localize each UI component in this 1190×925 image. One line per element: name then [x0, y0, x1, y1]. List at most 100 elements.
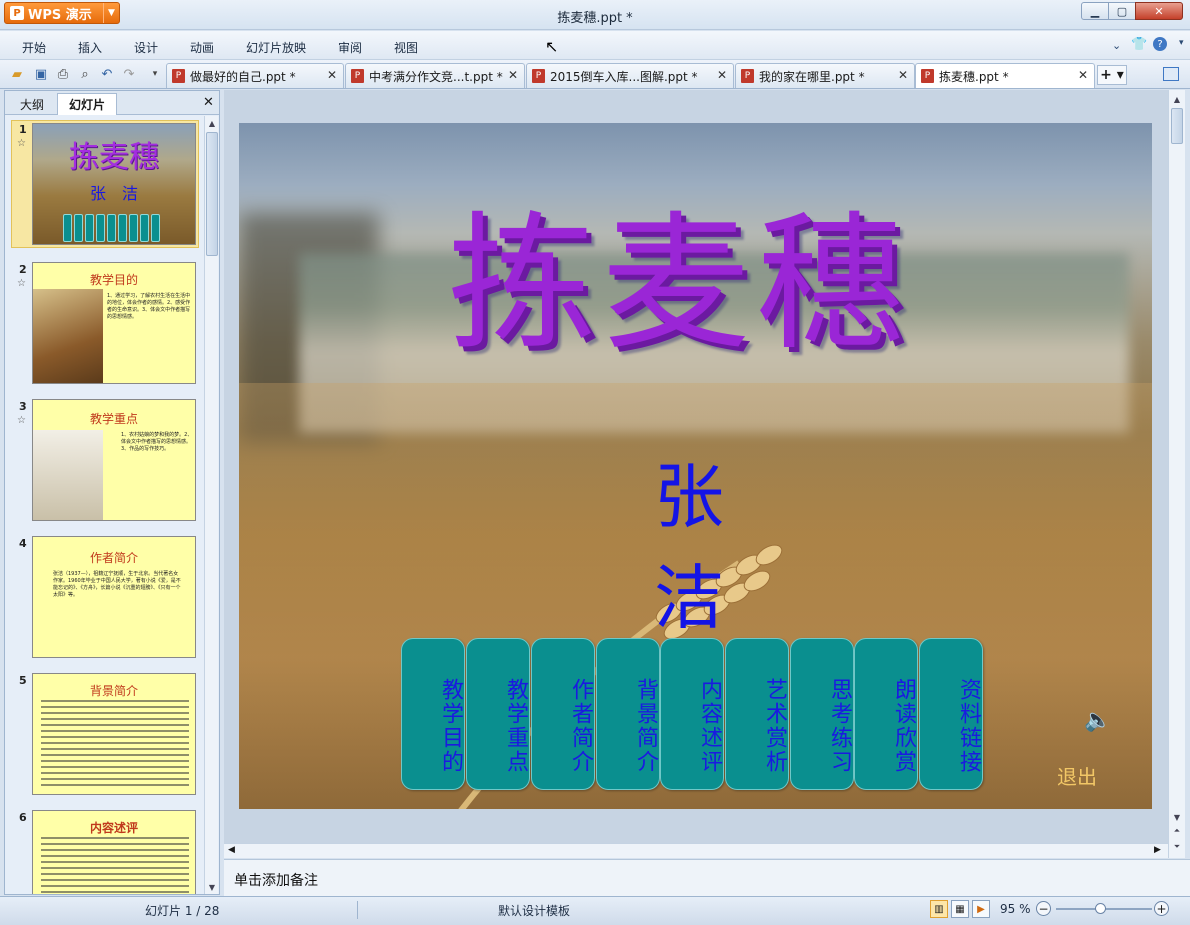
chevron-down-icon[interactable]: ⌄	[1112, 39, 1121, 52]
ppt-file-icon: P	[921, 69, 934, 83]
status-bar: 幻灯片 1 / 28 默认设计模板 ▥ ▦ ▶ 95 % − +	[0, 896, 1190, 925]
title-bar: P WPS 演示 ▼ 拣麦穗.ppt * ▁ ▢ ✕	[0, 0, 1190, 30]
window-layout-icon[interactable]	[1163, 67, 1179, 81]
thumb-nav-button	[151, 214, 160, 242]
notes-placeholder[interactable]: 单击添加备注	[234, 870, 318, 890]
zoom-slider-handle[interactable]	[1095, 903, 1106, 914]
speaker-icon[interactable]: 🔈	[1084, 708, 1111, 733]
tab-slides[interactable]: 幻灯片	[57, 93, 117, 115]
current-slide[interactable]: 拣麦穗 张洁 教学目的 教学重点 作者简介 背景简介 内容述评 艺术赏析 思考练…	[239, 123, 1152, 809]
thumbnails-scrollbar[interactable]: ▲ ▼	[204, 116, 218, 894]
slide-thumb-2[interactable]: 教学目的 1、通过学习，了解农村生活在生活中的地位，体会作者的感情。2、感受作者…	[32, 262, 196, 384]
scroll-thumb[interactable]	[206, 132, 218, 256]
close-button[interactable]: ✕	[1135, 2, 1183, 20]
animation-star-icon: ☆	[17, 415, 26, 426]
ppt-file-icon: P	[172, 69, 185, 83]
slide-thumb-1[interactable]: 拣麦穗 张 洁	[32, 123, 196, 245]
minimize-button[interactable]: ▁	[1081, 2, 1109, 20]
doc-tab[interactable]: P 中考满分作文竞...t.ppt * ✕	[345, 63, 525, 88]
close-icon[interactable]: ✕	[1078, 68, 1088, 82]
next-slide-icon[interactable]: ⏷	[1170, 840, 1184, 854]
skin-icon[interactable]: 👕	[1131, 37, 1147, 52]
menu-review[interactable]: 审阅	[338, 39, 362, 56]
close-icon[interactable]: ✕	[203, 95, 214, 110]
save-icon[interactable]: ▣	[32, 65, 50, 83]
panel-tabs: 大纲 幻灯片 ✕	[5, 91, 219, 115]
slide-thumb-5[interactable]: 背景简介	[32, 673, 196, 795]
scroll-up-icon[interactable]: ▲	[1170, 92, 1184, 106]
close-icon[interactable]: ✕	[898, 68, 908, 82]
menu-view[interactable]: 视图	[394, 39, 418, 56]
exit-link[interactable]: 退出	[1057, 761, 1097, 790]
thumb-nav-button	[63, 214, 72, 242]
maximize-button[interactable]: ▢	[1108, 2, 1136, 20]
close-icon[interactable]: ✕	[717, 68, 727, 82]
scroll-left-icon[interactable]: ◀	[228, 845, 235, 855]
nav-button-reading[interactable]: 朗读欣赏	[854, 638, 918, 790]
menu-design[interactable]: 设计	[134, 39, 158, 56]
slideshow-icon[interactable]: ▶	[972, 900, 990, 918]
redo-icon[interactable]: ↷	[120, 65, 138, 83]
menu-slideshow[interactable]: 幻灯片放映	[246, 39, 306, 56]
window-title: 拣麦穗.ppt *	[557, 11, 633, 26]
scroll-thumb[interactable]	[1171, 108, 1183, 144]
animation-star-icon: ☆	[17, 138, 26, 149]
slide-thumb-6[interactable]: 内容述评	[32, 810, 196, 894]
slide-horizontal-scrollbar[interactable]: ◀ ▶	[224, 843, 1168, 858]
close-icon[interactable]: ✕	[508, 68, 518, 82]
tab-outline[interactable]: 大纲	[9, 93, 55, 115]
slide-thumb-4[interactable]: 作者简介 张洁（1937—），祖籍辽宁抚顺，生于北京。当代著名女作家。1960年…	[32, 536, 196, 658]
doc-tab-active[interactable]: P 拣麦穗.ppt * ✕	[915, 63, 1095, 88]
new-tab-button[interactable]: + ▾	[1097, 65, 1127, 85]
menu-start[interactable]: 开始	[22, 39, 46, 56]
customize-toolbar-icon[interactable]: ▾	[146, 65, 164, 83]
zoom-in-icon[interactable]: +	[1154, 901, 1169, 916]
scroll-down-icon[interactable]: ▼	[1170, 810, 1184, 824]
menu-animation[interactable]: 动画	[190, 39, 214, 56]
open-folder-icon[interactable]: ▰	[8, 65, 26, 83]
thumb-nav-button	[85, 214, 94, 242]
nav-button-exercises[interactable]: 思考练习	[790, 638, 854, 790]
undo-icon[interactable]: ↶	[98, 65, 116, 83]
animation-star-icon: ☆	[17, 278, 26, 289]
help-dropdown-icon[interactable]: ▾	[1179, 38, 1184, 48]
print-preview-icon[interactable]: ⌕	[76, 65, 94, 83]
menu-insert[interactable]: 插入	[78, 39, 102, 56]
help-icon[interactable]: ?	[1153, 37, 1167, 51]
ppt-file-icon: P	[532, 69, 545, 83]
doc-tab-label: 我的家在哪里.ppt *	[759, 69, 865, 84]
nav-button-author-intro[interactable]: 作者简介	[531, 638, 595, 790]
slide-vertical-scrollbar[interactable]: ▲ ▼ ⏶ ⏷	[1168, 90, 1185, 858]
thumb-nav-button	[107, 214, 116, 242]
thumb-text: 1、农村姑娘的梦和我的梦。2、体会文中作者描写的思想情感。3、作品的写作技巧。	[121, 432, 193, 452]
scroll-up-icon[interactable]: ▲	[205, 116, 219, 130]
doc-tab[interactable]: P 做最好的自己.ppt * ✕	[166, 63, 344, 88]
zoom-level: 95 %	[1000, 902, 1031, 916]
zoom-out-icon[interactable]: −	[1036, 901, 1051, 916]
scroll-right-icon[interactable]: ▶	[1154, 845, 1161, 855]
quick-access-toolbar: ▰ ▣ ⎙ ⌕ ↶ ↷ ▾ P 做最好的自己.ppt * ✕ P 中考满分作文竞…	[0, 60, 1190, 89]
normal-view-icon[interactable]: ▥	[930, 900, 948, 918]
print-icon[interactable]: ⎙	[54, 65, 72, 83]
nav-button-teaching-goals[interactable]: 教学目的	[401, 638, 465, 790]
doc-tab-label: 2015倒车入库...图解.ppt *	[550, 69, 698, 84]
thumb-text: 张洁（1937—），祖籍辽宁抚顺，生于北京。当代著名女作家。1960年毕业于中国…	[53, 571, 181, 598]
thumb-number: 4	[19, 537, 27, 550]
doc-tab[interactable]: P 2015倒车入库...图解.ppt * ✕	[526, 63, 734, 88]
thumb-nav-button	[96, 214, 105, 242]
nav-button-resources[interactable]: 资料链接	[919, 638, 983, 790]
slide-sorter-icon[interactable]: ▦	[951, 900, 969, 918]
thumb-number: 1	[19, 123, 27, 136]
nav-button-background[interactable]: 背景简介	[596, 638, 660, 790]
scroll-down-icon[interactable]: ▼	[205, 880, 219, 894]
nav-button-art-appreciation[interactable]: 艺术赏析	[725, 638, 789, 790]
notes-pane[interactable]: 单击添加备注	[224, 859, 1190, 896]
nav-button-content-review[interactable]: 内容述评	[660, 638, 724, 790]
close-icon[interactable]: ✕	[327, 68, 337, 82]
slide-thumb-3[interactable]: 教学重点 1、农村姑娘的梦和我的梦。2、体会文中作者描写的思想情感。3、作品的写…	[32, 399, 196, 521]
thumb-image	[33, 430, 103, 520]
doc-tab[interactable]: P 我的家在哪里.ppt * ✕	[735, 63, 915, 88]
nav-button-teaching-focus[interactable]: 教学重点	[466, 638, 530, 790]
previous-slide-icon[interactable]: ⏶	[1170, 824, 1184, 838]
thumb-title: 拣麦穗	[69, 140, 159, 175]
